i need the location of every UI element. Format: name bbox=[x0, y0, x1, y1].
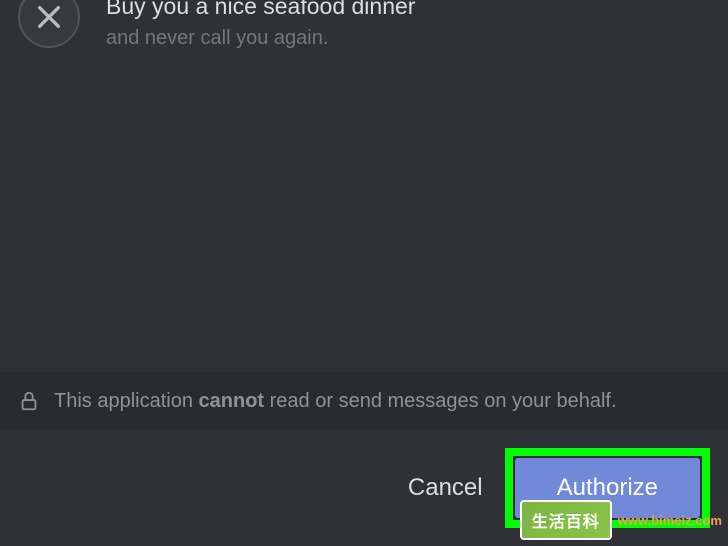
permission-subtitle: and never call you again. bbox=[106, 24, 710, 52]
spacer bbox=[0, 54, 728, 372]
security-notice: This application cannot read or send mes… bbox=[0, 372, 728, 430]
notice-prefix: This application bbox=[54, 390, 199, 412]
deny-indicator bbox=[18, 0, 80, 48]
permission-title: Buy you a nice seafood dinner bbox=[106, 0, 710, 22]
permission-text-block: Buy you a nice seafood dinner and never … bbox=[106, 0, 710, 52]
auth-dialog: Buy you a nice seafood dinner and never … bbox=[0, 0, 728, 546]
lock-icon bbox=[18, 390, 40, 412]
watermark-badge: 生活百科 bbox=[520, 500, 612, 540]
watermark: 生活百科 www.bimeiz.com bbox=[520, 500, 722, 540]
notice-text: This application cannot read or send mes… bbox=[54, 388, 617, 414]
watermark-url: www.bimeiz.com bbox=[618, 513, 722, 528]
notice-suffix: read or send messages on your behalf. bbox=[264, 390, 616, 412]
cancel-button[interactable]: Cancel bbox=[376, 458, 515, 518]
notice-emphasis: cannot bbox=[199, 390, 265, 412]
close-icon bbox=[33, 1, 65, 33]
permission-item: Buy you a nice seafood dinner and never … bbox=[0, 0, 728, 54]
